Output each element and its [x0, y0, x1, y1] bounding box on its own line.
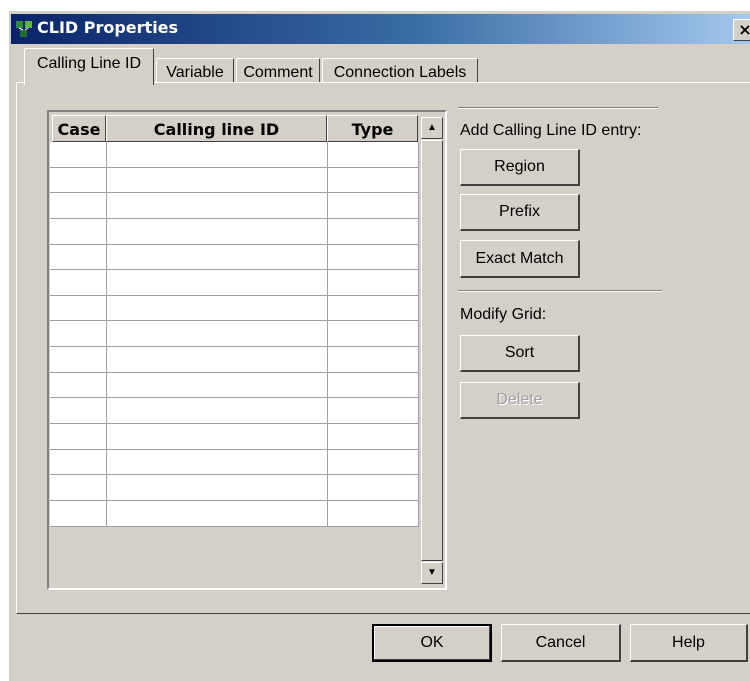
calling-line-id-cell[interactable]: [107, 321, 328, 348]
table-row[interactable]: [50, 475, 419, 501]
calling-line-id-cell[interactable]: [107, 372, 328, 399]
case-cell[interactable]: [50, 347, 107, 373]
vertical-scrollbar[interactable]: ▲ ▼: [421, 117, 443, 584]
case-cell[interactable]: [50, 295, 107, 322]
network-app-icon: [16, 21, 32, 37]
calling-line-id-cell[interactable]: [107, 500, 328, 527]
calling-line-id-cell[interactable]: [107, 347, 328, 373]
close-icon: ×: [738, 20, 750, 39]
type-cell[interactable]: [328, 398, 419, 425]
calling-line-id-cell[interactable]: [107, 270, 328, 296]
calling-line-id-grid[interactable]: Case Calling line ID Type ▲ ▼: [47, 110, 447, 590]
calling-line-id-cell[interactable]: [107, 193, 328, 219]
type-cell[interactable]: [328, 193, 419, 219]
type-cell[interactable]: [328, 424, 419, 450]
grid-rows: [50, 142, 419, 527]
case-cell[interactable]: [50, 424, 107, 450]
calling-line-id-cell[interactable]: [107, 244, 328, 271]
calling-line-id-cell[interactable]: [107, 142, 328, 168]
title-bar[interactable]: CLID Properties ×: [11, 14, 750, 44]
add-entry-label: Add Calling Line ID entry:: [460, 122, 642, 139]
type-cell[interactable]: [328, 500, 419, 527]
table-row[interactable]: [50, 347, 419, 373]
calling-line-id-cell[interactable]: [107, 449, 328, 476]
calling-line-id-cell[interactable]: [107, 218, 328, 245]
window-title: CLID Properties: [37, 18, 179, 37]
table-row[interactable]: [50, 295, 419, 322]
type-cell[interactable]: [328, 321, 419, 348]
case-cell[interactable]: [50, 244, 107, 271]
type-cell[interactable]: [328, 347, 419, 373]
type-cell[interactable]: [328, 142, 419, 168]
type-cell[interactable]: [328, 475, 419, 501]
table-row[interactable]: [50, 398, 419, 425]
column-header-calling-line-id[interactable]: Calling line ID: [106, 115, 327, 142]
case-cell[interactable]: [50, 500, 107, 527]
modify-grid-label: Modify Grid:: [460, 306, 547, 323]
case-cell[interactable]: [50, 167, 107, 194]
scroll-thumb[interactable]: [421, 140, 443, 561]
help-button[interactable]: Help: [630, 624, 748, 662]
scroll-down-button[interactable]: ▼: [421, 562, 443, 584]
close-button[interactable]: ×: [733, 19, 750, 41]
case-cell[interactable]: [50, 398, 107, 425]
table-row[interactable]: [50, 218, 419, 245]
calling-line-id-cell[interactable]: [107, 398, 328, 425]
case-cell[interactable]: [50, 372, 107, 399]
ok-button[interactable]: OK: [372, 624, 492, 662]
table-row[interactable]: [50, 449, 419, 476]
table-row[interactable]: [50, 167, 419, 194]
type-cell[interactable]: [328, 270, 419, 296]
type-cell[interactable]: [328, 167, 419, 194]
table-row[interactable]: [50, 424, 419, 450]
calling-line-id-cell[interactable]: [107, 167, 328, 194]
tab-calling-line-id[interactable]: Calling Line ID: [24, 48, 154, 85]
separator: [458, 290, 662, 292]
type-cell[interactable]: [328, 372, 419, 399]
case-cell[interactable]: [50, 321, 107, 348]
calling-line-id-cell[interactable]: [107, 475, 328, 501]
case-cell[interactable]: [50, 270, 107, 296]
table-row[interactable]: [50, 142, 419, 168]
column-header-case[interactable]: Case: [52, 115, 106, 142]
case-cell[interactable]: [50, 193, 107, 219]
region-button[interactable]: Region: [460, 149, 580, 186]
table-row[interactable]: [50, 193, 419, 219]
table-row[interactable]: [50, 321, 419, 348]
delete-button[interactable]: Delete: [460, 382, 580, 419]
sort-button[interactable]: Sort: [460, 335, 580, 372]
type-cell[interactable]: [328, 295, 419, 322]
table-row[interactable]: [50, 500, 419, 527]
case-cell[interactable]: [50, 475, 107, 501]
calling-line-id-cell[interactable]: [107, 295, 328, 322]
arrow-down-icon: ▼: [427, 567, 437, 578]
table-row[interactable]: [50, 372, 419, 399]
case-cell[interactable]: [50, 142, 107, 168]
scroll-up-button[interactable]: ▲: [421, 117, 443, 139]
type-cell[interactable]: [328, 244, 419, 271]
cancel-button[interactable]: Cancel: [501, 624, 621, 662]
calling-line-id-cell[interactable]: [107, 424, 328, 450]
case-cell[interactable]: [50, 218, 107, 245]
exact-match-button[interactable]: Exact Match: [460, 240, 580, 278]
prefix-button[interactable]: Prefix: [460, 194, 580, 231]
table-row[interactable]: [50, 270, 419, 296]
case-cell[interactable]: [50, 449, 107, 476]
table-row[interactable]: [50, 244, 419, 271]
type-cell[interactable]: [328, 218, 419, 245]
arrow-up-icon: ▲: [427, 122, 437, 133]
type-cell[interactable]: [328, 449, 419, 476]
separator: [458, 107, 658, 109]
column-header-type[interactable]: Type: [327, 115, 418, 142]
